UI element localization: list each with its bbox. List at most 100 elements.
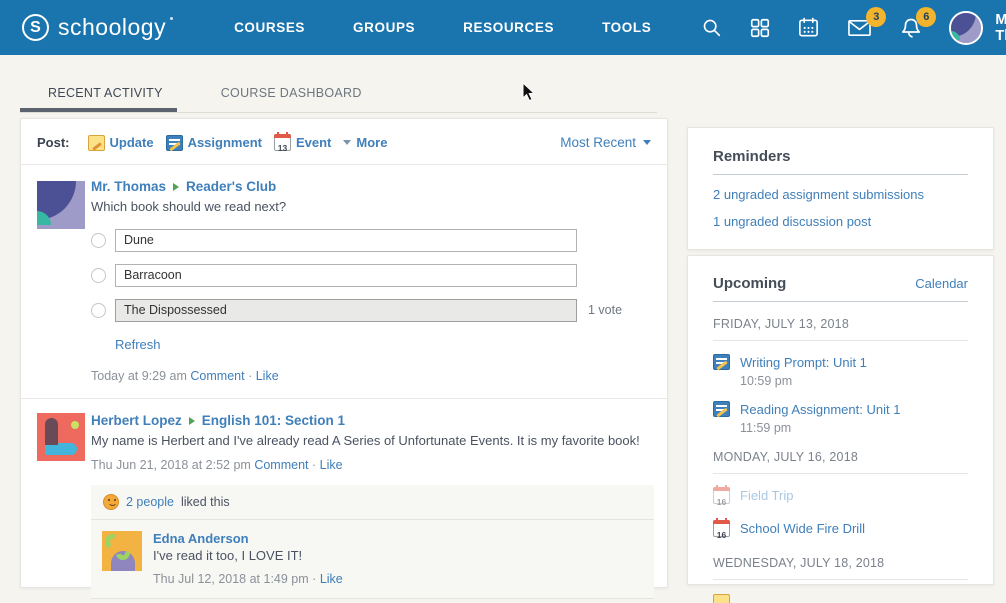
reminder-ungraded-discussion-link[interactable]: 1 ungraded discussion post [713, 214, 968, 229]
course-link[interactable]: English 101: Section 1 [202, 413, 345, 428]
notifications-bell-icon[interactable]: 6 [899, 16, 923, 40]
calendar-link[interactable]: Calendar [915, 276, 968, 291]
messages-icon[interactable]: 3 [846, 16, 873, 39]
event-calendar-icon: 16 [713, 487, 730, 504]
comment-link[interactable]: Comment [254, 458, 308, 472]
avatar[interactable] [37, 413, 85, 461]
poll-refresh-link[interactable]: Refresh [115, 337, 161, 352]
upcoming-event[interactable]: Reading Assignment: Unit 1 [713, 401, 968, 418]
assignment-icon [166, 135, 183, 151]
meta-separator: · [312, 458, 316, 472]
post-more-button[interactable]: More [343, 135, 387, 150]
comments-section: 2 people liked this Edna Anderson I've r… [91, 485, 654, 599]
post-timestamp: Thu Jun 21, 2018 at 2:52 pm [91, 458, 251, 472]
upcoming-date-header: MONDAY, JULY 16, 2018 [713, 450, 968, 474]
poll-radio[interactable] [91, 303, 106, 318]
like-link[interactable]: Like [256, 369, 279, 383]
reminders-card: Reminders 2 ungraded assignment submissi… [687, 127, 994, 250]
search-icon[interactable] [701, 17, 723, 39]
nav-item-courses[interactable]: COURSES [210, 1, 329, 54]
schoology-logo[interactable]: S schoology [0, 14, 166, 41]
poll-option-row: Barracoon [91, 264, 651, 287]
user-avatar[interactable] [949, 11, 983, 45]
messages-badge: 3 [866, 7, 886, 27]
author-link[interactable]: Mr. Thomas [91, 179, 166, 194]
avatar[interactable] [102, 531, 142, 571]
assignment-icon [713, 401, 730, 417]
post-text: Which book should we read next? [91, 198, 651, 217]
feed-post-poll: Mr. Thomas Reader's Club Which book shoul… [21, 165, 667, 398]
event-title-link: Writing Prompt: Unit 1 [740, 354, 867, 371]
event-calendar-icon: 16 [713, 520, 730, 537]
notifications-badge: 6 [916, 7, 936, 27]
upcoming-event[interactable]: 16 Field Trip [713, 487, 968, 504]
top-navbar: S schoology COURSES GROUPS RESOURCES TOO… [0, 0, 1006, 55]
post-assignment-button[interactable]: Assignment [166, 135, 262, 151]
sort-dropdown[interactable]: Most Recent [560, 135, 651, 150]
post-toolbar: Post: Update Assignment 13 Event More Mo… [21, 119, 667, 165]
activity-feed-card: Post: Update Assignment 13 Event More Mo… [20, 118, 668, 588]
upcoming-header: Upcoming Calendar [713, 275, 968, 302]
comment-author-link[interactable]: Edna Anderson [153, 531, 642, 546]
assignment-icon [713, 354, 730, 370]
avatar[interactable] [37, 181, 85, 229]
like-link[interactable]: Like [320, 572, 343, 586]
nav-item-tools[interactable]: TOOLS [578, 1, 675, 54]
context-arrow-icon [173, 183, 179, 191]
brand-name: schoology [58, 14, 166, 41]
tab-recent-activity[interactable]: RECENT ACTIVITY [20, 76, 177, 112]
poll-radio[interactable] [91, 268, 106, 283]
comment-text: I've read it too, I LOVE IT! [153, 548, 642, 563]
poll-option[interactable]: The Dispossessed [115, 299, 577, 322]
trademark-mark [170, 17, 173, 20]
feed-post-update: Herbert LopezEnglish 101: Section 1 My n… [21, 398, 667, 472]
upcoming-date-header: WEDNESDAY, JULY 18, 2018 [713, 556, 968, 580]
liked-suffix: liked this [181, 495, 230, 509]
post-label: Post: [37, 135, 70, 150]
liked-people-link[interactable]: 2 people [126, 495, 174, 509]
caret-down-icon [343, 140, 351, 145]
post-meta: Today at 9:29 am Comment · Like [91, 369, 651, 398]
author-link[interactable]: Herbert Lopez [91, 413, 182, 428]
reminders-title: Reminders [713, 148, 791, 165]
event-calendar-icon: 13 [274, 134, 291, 151]
reminder-ungraded-assignments-link[interactable]: 2 ungraded assignment submissions [713, 187, 968, 202]
comment-link[interactable]: Comment [190, 369, 244, 383]
event-title-link: Reading Assignment: Unit 1 [740, 401, 900, 418]
avatar-art [102, 531, 142, 571]
calendar-icon[interactable] [797, 16, 820, 39]
nav-item-groups[interactable]: GROUPS [329, 1, 439, 54]
poll-option[interactable]: Barracoon [115, 264, 577, 287]
course-link[interactable]: Reader's Club [186, 179, 276, 194]
event-time: 10:59 pm [740, 374, 968, 388]
event-title-link: Field Trip [740, 487, 793, 504]
upcoming-event[interactable]: Writing Prompt: Unit 1 [713, 354, 968, 371]
upcoming-title: Upcoming [713, 275, 786, 292]
user-name[interactable]: Mr. Tho... [995, 12, 1006, 44]
caret-down-icon [643, 140, 651, 145]
event-time: 11:59 pm [740, 421, 968, 435]
tab-course-dashboard[interactable]: COURSE DASHBOARD [193, 76, 376, 112]
avatar-art [37, 413, 85, 461]
reminders-header: Reminders [713, 148, 968, 175]
like-link[interactable]: Like [320, 458, 343, 472]
poll-option[interactable]: Dune [115, 229, 577, 252]
poll-vote-count: 1 vote [588, 303, 622, 317]
nav-item-resources[interactable]: RESOURCES [439, 1, 578, 54]
apps-grid-icon[interactable] [749, 17, 771, 39]
upcoming-date-header: FRIDAY, JULY 13, 2018 [713, 317, 968, 341]
update-note-icon [713, 594, 730, 603]
comment-meta: Thu Jul 12, 2018 at 1:49 pm · Like [153, 572, 642, 586]
post-meta: Thu Jun 21, 2018 at 2:52 pm Comment · Li… [91, 458, 651, 472]
schoology-s-icon: S [22, 14, 49, 41]
poll-option-row: Dune [91, 229, 651, 252]
upcoming-card: Upcoming Calendar FRIDAY, JULY 13, 2018 … [687, 255, 994, 585]
post-update-button[interactable]: Update [88, 135, 154, 151]
poll-radio[interactable] [91, 233, 106, 248]
meta-separator: · [312, 572, 316, 586]
smiley-icon [103, 494, 119, 510]
upcoming-event[interactable]: 16 School Wide Fire Drill [713, 520, 968, 537]
likes-summary: 2 people liked this [91, 485, 654, 520]
nav-right-cluster: 3 6 Mr. Tho... [675, 11, 1006, 45]
post-event-button[interactable]: 13 Event [274, 134, 331, 151]
